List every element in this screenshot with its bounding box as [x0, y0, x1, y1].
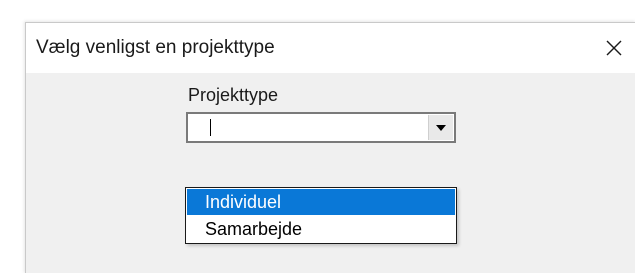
project-type-input[interactable] [188, 114, 426, 141]
project-type-dialog: Vælg venligst en projekttype Projekttype… [25, 22, 635, 273]
option-individuel[interactable]: Individuel [187, 189, 455, 215]
dialog-title: Vælg venligst en projekttype [36, 37, 275, 58]
title-bar: Vælg venligst en projekttype [26, 23, 635, 73]
option-samarbejde[interactable]: Samarbejde [187, 216, 455, 242]
project-type-dropdown-list: Individuel Samarbejde [185, 187, 457, 244]
dropdown-button[interactable] [428, 115, 453, 140]
project-type-combobox[interactable] [186, 112, 456, 143]
chevron-down-icon [436, 124, 446, 131]
close-icon [606, 40, 622, 56]
screen: Vælg venligst en projekttype Projekttype… [0, 0, 635, 273]
text-cursor [210, 119, 211, 136]
close-button[interactable] [592, 23, 635, 73]
project-type-label: Projekttype [188, 85, 279, 105]
